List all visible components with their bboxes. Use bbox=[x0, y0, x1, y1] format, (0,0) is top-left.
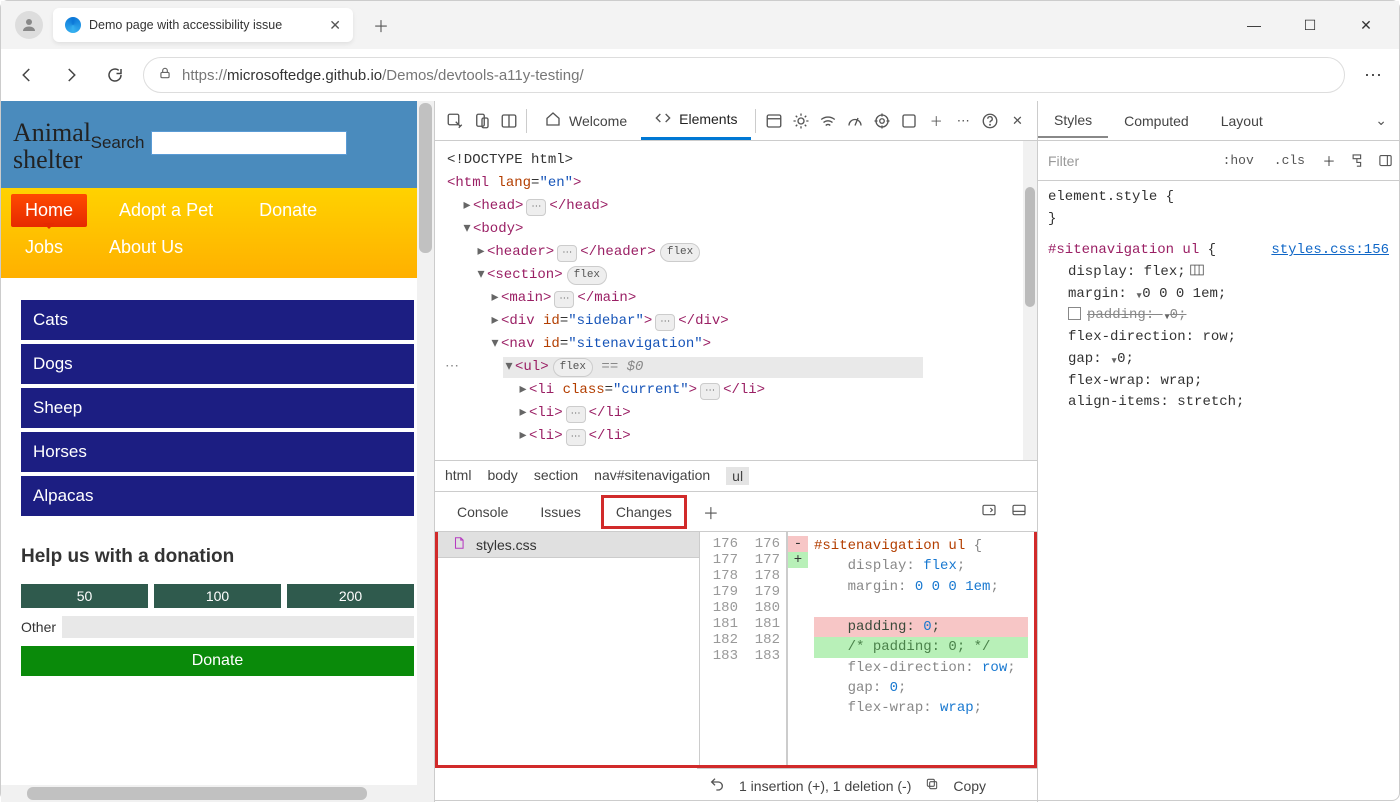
changes-status-bar: 1 insertion (+), 1 deletion (-) Copy bbox=[697, 768, 1037, 802]
inspect-element-icon[interactable] bbox=[441, 105, 468, 137]
hov-toggle[interactable]: :hov bbox=[1217, 151, 1260, 170]
device-emulation-icon[interactable] bbox=[468, 105, 495, 137]
address-bar[interactable]: https://microsoftedge.github.io/Demos/de… bbox=[143, 57, 1345, 93]
more-tools-icon[interactable] bbox=[896, 105, 923, 137]
breadcrumb-item[interactable]: nav#sitenavigation bbox=[594, 467, 710, 485]
nav-about[interactable]: About Us bbox=[95, 231, 197, 264]
tab-welcome[interactable]: Welcome bbox=[531, 101, 641, 140]
nav-home[interactable]: Home bbox=[11, 194, 87, 227]
breadcrumb-item[interactable]: body bbox=[487, 467, 517, 485]
page-vertical-scrollbar[interactable] bbox=[417, 101, 434, 802]
expand-drawer-icon[interactable] bbox=[981, 502, 997, 521]
search-input[interactable] bbox=[151, 131, 347, 155]
expand-styles-icon[interactable]: ⌄ bbox=[1363, 112, 1399, 129]
property-checkbox[interactable] bbox=[1068, 307, 1081, 320]
tab-computed[interactable]: Computed bbox=[1108, 105, 1205, 137]
breadcrumb-item[interactable]: ul bbox=[726, 467, 749, 485]
help-icon[interactable] bbox=[977, 105, 1004, 137]
copy-button[interactable]: Copy bbox=[953, 778, 986, 794]
source-link[interactable]: styles.css:156 bbox=[1271, 240, 1389, 262]
brand-logo[interactable]: Animalshelter bbox=[13, 119, 91, 174]
add-tab-icon[interactable]: ＋ bbox=[923, 105, 950, 137]
copy-icon[interactable] bbox=[925, 777, 939, 794]
breadcrumb-item[interactable]: section bbox=[534, 467, 578, 485]
donation-amount[interactable]: 200 bbox=[287, 584, 414, 608]
new-tab-button[interactable]: ＋ bbox=[365, 9, 397, 41]
add-drawer-tab-button[interactable]: ＋ bbox=[703, 500, 719, 524]
memory-icon[interactable] bbox=[869, 105, 896, 137]
revert-icon[interactable] bbox=[709, 776, 725, 795]
tab-changes[interactable]: Changes bbox=[601, 495, 687, 529]
nav-jobs[interactable]: Jobs bbox=[11, 231, 77, 264]
new-style-rule-icon[interactable]: ＋ bbox=[1315, 151, 1343, 170]
breadcrumb-item[interactable]: html bbox=[445, 467, 471, 485]
home-icon bbox=[545, 111, 561, 130]
drawer-tabs: Console Issues Changes ＋ bbox=[435, 492, 1037, 532]
changes-summary: 1 insertion (+), 1 deletion (-) bbox=[739, 778, 911, 794]
primary-nav: Home Adopt a Pet Donate Jobs About Us bbox=[1, 188, 434, 278]
code-icon bbox=[655, 110, 671, 129]
minimize-button[interactable]: ― bbox=[1239, 10, 1269, 40]
tab-issues[interactable]: Issues bbox=[528, 498, 592, 526]
donation-amount[interactable]: 50 bbox=[21, 584, 148, 608]
close-window-button[interactable]: ✕ bbox=[1351, 10, 1381, 40]
changes-file[interactable]: styles.css bbox=[438, 532, 699, 558]
nav-donate[interactable]: Donate bbox=[245, 194, 331, 227]
flex-badge-icon[interactable] bbox=[1186, 264, 1204, 280]
tab-styles[interactable]: Styles bbox=[1038, 104, 1108, 138]
settings-menu-button[interactable]: ⋯ bbox=[1357, 59, 1389, 91]
category-link[interactable]: Horses bbox=[21, 432, 414, 472]
back-button[interactable] bbox=[11, 59, 43, 91]
category-link[interactable]: Cats bbox=[21, 300, 414, 340]
category-link[interactable]: Sheep bbox=[21, 388, 414, 428]
css-file-icon bbox=[452, 536, 466, 553]
donation-heading: Help us with a donation bbox=[21, 546, 414, 568]
page-header: Animalshelter Search bbox=[1, 101, 434, 188]
category-link[interactable]: Dogs bbox=[21, 344, 414, 384]
toggle-sidebar-icon[interactable] bbox=[1371, 153, 1399, 168]
dom-tree[interactable]: <!DOCTYPE html> <html lang="en"> ▸<head>… bbox=[435, 141, 1037, 460]
dock-drawer-icon[interactable] bbox=[1011, 502, 1027, 521]
page-viewport: Animalshelter Search Home Adopt a Pet Do… bbox=[1, 101, 434, 802]
tab-elements[interactable]: Elements bbox=[641, 101, 751, 140]
styles-pane[interactable]: element.style { } #sitenavigation ul {st… bbox=[1038, 181, 1399, 430]
dom-breadcrumb[interactable]: html body section nav#sitenavigation ul bbox=[435, 460, 1037, 491]
tab-layout[interactable]: Layout bbox=[1205, 105, 1279, 137]
donate-button[interactable]: Donate bbox=[21, 646, 414, 676]
sources-icon[interactable] bbox=[787, 105, 814, 137]
cls-toggle[interactable]: .cls bbox=[1268, 151, 1311, 170]
lock-icon bbox=[158, 66, 172, 84]
category-link[interactable]: Alpacas bbox=[21, 476, 414, 516]
close-devtools-icon[interactable]: ✕ bbox=[1004, 105, 1031, 137]
donation-amount[interactable]: 100 bbox=[154, 584, 281, 608]
url-text: https://microsoftedge.github.io/Demos/de… bbox=[182, 67, 584, 84]
devtools-main-toolbar: Welcome Elements ＋ ⋯ ✕ bbox=[435, 101, 1037, 141]
styles-toolbar: Filter :hov .cls ＋ bbox=[1038, 141, 1399, 181]
refresh-button[interactable] bbox=[99, 59, 131, 91]
styles-tabs: Styles Computed Layout ⌄ bbox=[1038, 101, 1399, 141]
changes-file-list: styles.css bbox=[438, 532, 700, 765]
tab-console[interactable]: Console bbox=[445, 498, 520, 526]
network-icon[interactable] bbox=[814, 105, 841, 137]
browser-tab[interactable]: Demo page with accessibility issue ✕ bbox=[53, 8, 353, 42]
other-amount-label: Other bbox=[21, 619, 56, 635]
forward-button[interactable] bbox=[55, 59, 87, 91]
nav-adopt[interactable]: Adopt a Pet bbox=[105, 194, 227, 227]
edge-favicon bbox=[65, 17, 81, 33]
performance-icon[interactable] bbox=[842, 105, 869, 137]
more-options-icon[interactable]: ⋯ bbox=[950, 105, 977, 137]
application-icon[interactable] bbox=[760, 105, 787, 137]
search-label: Search bbox=[91, 133, 145, 153]
close-tab-icon[interactable]: ✕ bbox=[329, 17, 341, 34]
diff-view[interactable]: 176 177 178 179 180 181 182 183 176 bbox=[700, 532, 1034, 765]
paint-icon[interactable] bbox=[1343, 153, 1371, 168]
page-horizontal-scrollbar[interactable] bbox=[1, 785, 417, 802]
styles-filter-input[interactable]: Filter bbox=[1038, 153, 1213, 169]
other-amount-input[interactable] bbox=[62, 616, 414, 638]
tab-title: Demo page with accessibility issue bbox=[89, 18, 321, 32]
dock-side-icon[interactable] bbox=[495, 105, 522, 137]
dom-scrollbar[interactable] bbox=[1023, 141, 1037, 460]
profile-avatar[interactable] bbox=[15, 11, 43, 39]
maximize-button[interactable]: ☐ bbox=[1295, 10, 1325, 40]
